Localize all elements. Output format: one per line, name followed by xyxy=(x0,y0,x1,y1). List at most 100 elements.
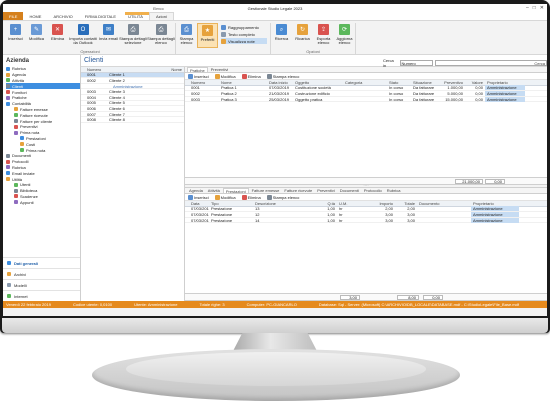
group-operazioni-label: Operazioni xyxy=(80,49,100,54)
export-button[interactable]: ⇪ Esporta elenco xyxy=(313,23,334,48)
full-text-toggle[interactable]: Testo completo xyxy=(221,31,267,37)
column-header[interactable]: Nome xyxy=(135,67,184,72)
edit-button[interactable]: ✎ Modifica xyxy=(26,23,47,48)
search-field-select[interactable]: Numero xyxy=(399,60,433,66)
table-cell: 0008 xyxy=(87,117,96,123)
maximize-button[interactable]: □ xyxy=(533,5,536,11)
delete-icon xyxy=(241,73,247,79)
column-header[interactable]: Stato xyxy=(387,80,411,85)
pratiche-delete-button[interactable]: Elimina xyxy=(241,73,261,79)
tree-item-icon xyxy=(14,130,18,135)
prestazioni-print-button[interactable]: Stampa elenco xyxy=(266,194,299,200)
table-row[interactable]: 0003 Pratica 3 25/03/2019 Oggetto pratica In… xyxy=(185,96,547,103)
column-header[interactable]: Situazione xyxy=(411,80,437,85)
column-header[interactable]: Tipo xyxy=(209,201,253,206)
tab-pratiche[interactable]: Pratiche xyxy=(187,67,208,73)
column-header[interactable]: Categoria xyxy=(343,80,387,85)
tab-firma-digitale[interactable]: FIRMA DIGITALE xyxy=(79,12,122,20)
pratiche-insert-button[interactable]: Inserisci xyxy=(188,73,209,79)
column-header[interactable]: Importo xyxy=(373,201,395,206)
nav-modelli[interactable]: Modelli xyxy=(3,279,80,290)
table-cell: Prestazione xyxy=(211,211,233,217)
print-details-button[interactable]: ⎙ Stampa dettagli elenco xyxy=(147,23,175,48)
table-cell: Prestazione xyxy=(211,206,233,212)
tab-agenda[interactable]: Agenda xyxy=(187,188,205,193)
send-email-label: Invia email xyxy=(98,36,119,41)
search-input[interactable]: Cerca xyxy=(434,60,547,66)
tab-preventivi[interactable]: Preventivi xyxy=(315,188,337,193)
column-header[interactable]: Nome xyxy=(219,80,267,85)
tree-item-icon xyxy=(6,66,10,71)
minimize-button[interactable]: – xyxy=(526,5,529,11)
tab-preventivi[interactable]: Preventivi xyxy=(209,67,231,72)
tab-azioni[interactable]: Elenco Azioni xyxy=(148,7,174,20)
sidebar-item-label: Fatture ricevute xyxy=(20,112,48,118)
column-header[interactable]: Numero xyxy=(189,80,219,85)
nav-archivi[interactable]: Archivi xyxy=(3,268,80,279)
main-area: Azienda Rubrica Agenda Attività Clienti Forn… xyxy=(3,55,547,301)
column-header[interactable]: U.M. xyxy=(337,201,373,206)
close-button[interactable]: ✕ xyxy=(540,5,544,11)
table-cell: Cliente 5 xyxy=(109,100,125,106)
tab-documenti[interactable]: Documenti xyxy=(338,188,361,193)
table-cell: 21/03/2019 xyxy=(269,90,290,96)
pratiche-print-button[interactable]: Stampa elenco xyxy=(266,73,299,79)
table-cell: Cliente 6 xyxy=(109,105,125,111)
print-selection-button[interactable]: ⎙ Stampa dettagli selezione xyxy=(119,23,147,48)
column-header[interactable]: Numero xyxy=(85,67,135,72)
column-header[interactable]: Preventivo xyxy=(437,80,465,85)
tab-archivio[interactable]: ARCHIVIO xyxy=(47,12,78,20)
delete-button[interactable]: ✕ Elimina xyxy=(47,23,68,48)
search-go-button[interactable]: Cerca xyxy=(534,61,545,66)
table-row[interactable]: 0008 Cliente 8 xyxy=(81,117,184,123)
tab-protocollo[interactable]: Protocollo xyxy=(362,188,384,193)
table-cell: 0001 xyxy=(191,85,200,91)
tab-rubrica[interactable]: Rubrica xyxy=(385,188,403,193)
reload-label: Ricarica xyxy=(295,36,310,41)
tab-fatture-emesse[interactable]: Fatture emesse xyxy=(250,188,282,193)
tab-prestazioni[interactable]: Prestazioni xyxy=(222,188,249,194)
prestazioni-delete-button[interactable]: Elimina xyxy=(241,194,261,200)
file-tab[interactable]: FILE xyxy=(3,12,24,20)
refresh-list-button[interactable]: ⟳ Aggiorna elenco xyxy=(334,23,355,48)
table-cell: Cliente 8 xyxy=(109,117,125,123)
nav-dati-generali[interactable]: Dati generali xyxy=(3,257,80,268)
print-list-button[interactable]: ⎙ Stampa elenco xyxy=(176,23,197,48)
nav-internet[interactable]: Internet xyxy=(3,290,80,301)
send-email-button[interactable]: ✉ Invia email xyxy=(98,23,119,48)
tab-home[interactable]: HOME xyxy=(23,12,47,20)
insert-button[interactable]: + Inserisci xyxy=(5,23,26,48)
import-outlook-button[interactable]: O Importa contatti da Outlook xyxy=(68,23,98,48)
column-header[interactable]: Oggetto xyxy=(293,80,343,85)
column-header[interactable]: Proprietario xyxy=(471,201,519,206)
tree-item-icon xyxy=(6,101,10,106)
tree-item-icon xyxy=(14,124,18,129)
column-header[interactable]: Data xyxy=(189,201,209,206)
favorites-button[interactable]: ★ Preferiti xyxy=(197,23,218,48)
column-header[interactable]: Documento xyxy=(417,201,471,206)
ribbon: + Inserisci ✎ Modifica ✕ Elimina O Importa c… xyxy=(3,21,547,55)
sidebar-item-label: Appunti xyxy=(20,199,34,205)
tree-item-icon xyxy=(6,171,10,176)
column-header[interactable]: Descrizione xyxy=(253,201,319,206)
edit-icon: ✎ xyxy=(31,24,42,35)
table-row[interactable]: 07/03/2019Prestazione 14 1,00 hr 3,00 3,00 Amm… xyxy=(185,217,547,224)
sidebar-item-label: Utilità xyxy=(12,176,23,182)
reload-button[interactable]: ↻ Ricarica xyxy=(292,23,313,48)
column-header[interactable]: Valore xyxy=(465,80,485,85)
grouping-toggle[interactable]: Raggruppamento xyxy=(221,24,267,30)
pratiche-edit-button[interactable]: Modifica xyxy=(214,73,236,79)
table-cell: 0002 xyxy=(191,90,200,96)
tree-item-icon xyxy=(6,153,10,158)
column-header[interactable]: Data inizio xyxy=(267,80,293,85)
sidebar-item[interactable]: Appunti xyxy=(6,199,80,205)
tab-attivit-[interactable]: Attività xyxy=(206,188,222,193)
search-button[interactable]: ⌕ Ricerca xyxy=(271,23,292,48)
column-header[interactable]: Proprietario xyxy=(485,80,525,85)
prestazioni-insert-button[interactable]: Inserisci xyxy=(188,194,209,200)
show-notes-toggle[interactable]: Visualizza note xyxy=(221,38,267,44)
column-header[interactable]: Totale xyxy=(395,201,417,206)
column-header[interactable]: Q.tà xyxy=(319,201,337,206)
tab-fatture-ricevute[interactable]: Fatture ricevute xyxy=(282,188,314,193)
prestazioni-edit-button[interactable]: Modifica xyxy=(214,194,236,200)
